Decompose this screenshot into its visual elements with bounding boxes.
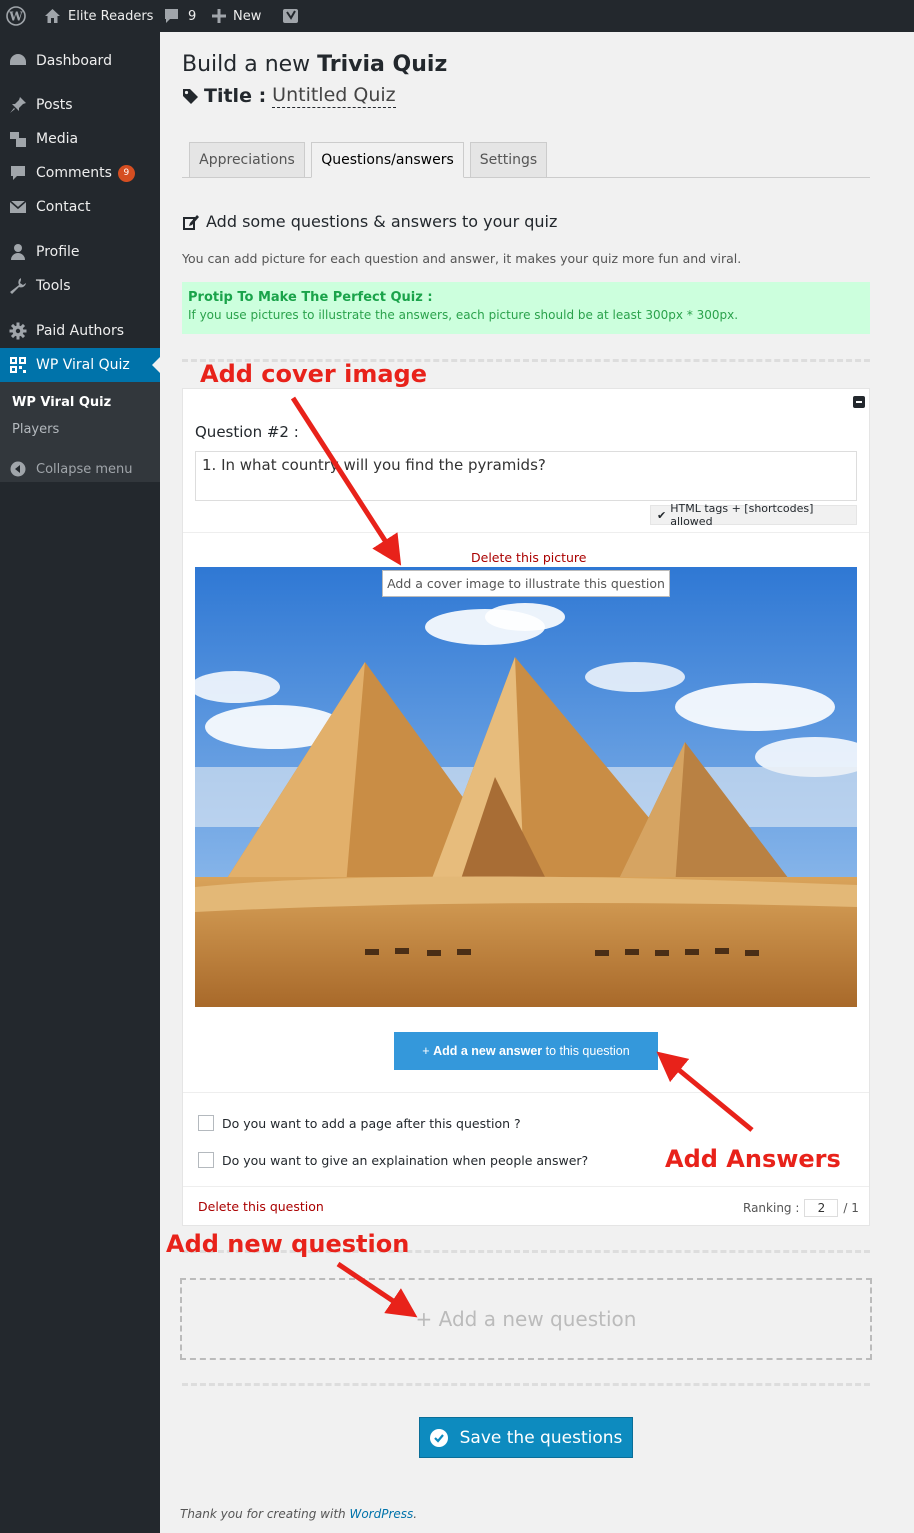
tag-icon <box>182 88 199 105</box>
add-new-question-area[interactable]: + Add a new question <box>180 1278 872 1360</box>
footer-credit: Thank you for creating with WordPress. <box>180 1507 418 1521</box>
divider <box>183 1092 869 1093</box>
explanation-option[interactable]: Do you want to give an explaination when… <box>198 1152 588 1168</box>
active-menu-arrow <box>152 357 160 373</box>
section-heading: Add some questions & answers to your qui… <box>182 212 557 231</box>
title-label: Title : <box>204 85 267 107</box>
check-circle-icon <box>429 1428 448 1447</box>
site-name: Elite Readers <box>68 8 154 24</box>
user-icon <box>0 243 36 261</box>
quiz-type: Trivia Quiz <box>317 52 448 77</box>
tab-settings[interactable]: Settings <box>470 142 547 178</box>
collapse-menu-button[interactable]: Collapse menu <box>0 452 160 486</box>
sidebar-item-paid-authors[interactable]: Paid Authors <box>0 314 160 348</box>
annotation-add-new-question: Add new question <box>166 1230 410 1258</box>
submenu-item-players[interactable]: Players <box>12 422 59 437</box>
quiz-title-row: Title : Untitled Quiz <box>182 84 396 108</box>
admin-sidebar: Dashboard Posts Media Comments 9 Contact… <box>0 32 160 1533</box>
separator <box>182 1383 870 1386</box>
sidebar-item-wp-viral-quiz[interactable]: WP Viral Quiz <box>0 348 160 382</box>
edit-note-icon <box>182 213 200 231</box>
plus-icon <box>212 9 226 23</box>
page-after-question-option[interactable]: Do you want to add a page after this que… <box>198 1115 521 1131</box>
annotation-add-cover-image: Add cover image <box>200 360 428 388</box>
tab-questions-answers[interactable]: Questions/answers <box>311 142 464 178</box>
qr-icon <box>0 356 36 374</box>
protip-title: Protip To Make The Perfect Quiz : <box>188 290 433 305</box>
home-icon <box>44 8 61 24</box>
new-label: New <box>233 8 262 24</box>
collapse-arrow-icon <box>0 461 36 477</box>
wordpress-logo-icon[interactable]: W <box>6 0 26 32</box>
checkmark-icon: ✔ <box>657 508 667 522</box>
comment-icon <box>0 164 36 182</box>
sidebar-item-dashboard[interactable]: Dashboard <box>0 44 160 78</box>
quiz-title-editable[interactable]: Untitled Quiz <box>272 84 396 108</box>
sidebar-item-tools[interactable]: Tools <box>0 269 160 303</box>
new-content-link[interactable]: New <box>212 0 261 32</box>
comments-link[interactable]: 9 <box>163 0 196 32</box>
media-icon <box>0 130 36 148</box>
gear-icon <box>0 322 36 340</box>
sidebar-item-profile[interactable]: Profile <box>0 235 160 269</box>
seo-plugin-icon[interactable] <box>282 0 300 32</box>
annotation-add-answers: Add Answers <box>665 1145 841 1173</box>
add-cover-image-tooltip[interactable]: Add a cover image to illustrate this que… <box>382 570 670 597</box>
save-questions-button[interactable]: Save the questions <box>419 1417 633 1458</box>
sidebar-item-posts[interactable]: Posts <box>0 88 160 122</box>
pin-icon <box>0 96 36 114</box>
wrench-icon <box>0 277 36 295</box>
divider <box>183 1186 869 1187</box>
ranking-input[interactable] <box>804 1199 839 1217</box>
page-after-question-checkbox[interactable] <box>198 1115 214 1131</box>
sidebar-item-media[interactable]: Media <box>0 122 160 156</box>
html-allowed-note: ✔ HTML tags + [shortcodes] allowed <box>650 502 857 528</box>
tab-appreciations[interactable]: Appreciations <box>189 142 305 178</box>
comments-count: 9 <box>188 8 197 24</box>
delete-picture-link[interactable]: Delete this picture <box>471 550 587 565</box>
mail-icon <box>0 199 36 215</box>
page-title: Build a new Trivia Quiz <box>182 52 448 77</box>
collapse-question-button[interactable] <box>853 396 865 408</box>
ranking-control: Ranking : / 1 <box>743 1199 859 1217</box>
question-label: Question #2 : <box>195 423 299 441</box>
comment-bubble-icon <box>163 8 180 24</box>
explanation-checkbox[interactable] <box>198 1152 214 1168</box>
wordpress-link[interactable]: WordPress <box>349 1507 413 1521</box>
submenu-item-wp-viral-quiz[interactable]: WP Viral Quiz <box>12 395 111 410</box>
tab-divider <box>182 177 870 178</box>
sidebar-item-comments[interactable]: Comments 9 <box>0 156 160 190</box>
site-name-link[interactable]: Elite Readers <box>44 0 153 32</box>
section-description: You can add picture for each question an… <box>182 251 742 266</box>
protip-box: Protip To Make The Perfect Quiz : If you… <box>182 282 870 334</box>
cover-image[interactable] <box>195 567 857 1007</box>
dashboard-icon <box>0 52 36 70</box>
admin-bar: W Elite Readers 9 New <box>0 0 914 32</box>
protip-text: If you use pictures to illustrate the an… <box>188 308 739 322</box>
svg-text:W: W <box>8 10 23 24</box>
sidebar-item-contact[interactable]: Contact <box>0 190 160 224</box>
comments-badge: 9 <box>117 164 135 182</box>
add-answer-button[interactable]: + Add a new answer to this question <box>394 1032 658 1070</box>
divider <box>183 532 869 533</box>
question-text-input[interactable]: 1. In what country will you find the pyr… <box>195 451 857 501</box>
delete-question-link[interactable]: Delete this question <box>198 1199 324 1214</box>
